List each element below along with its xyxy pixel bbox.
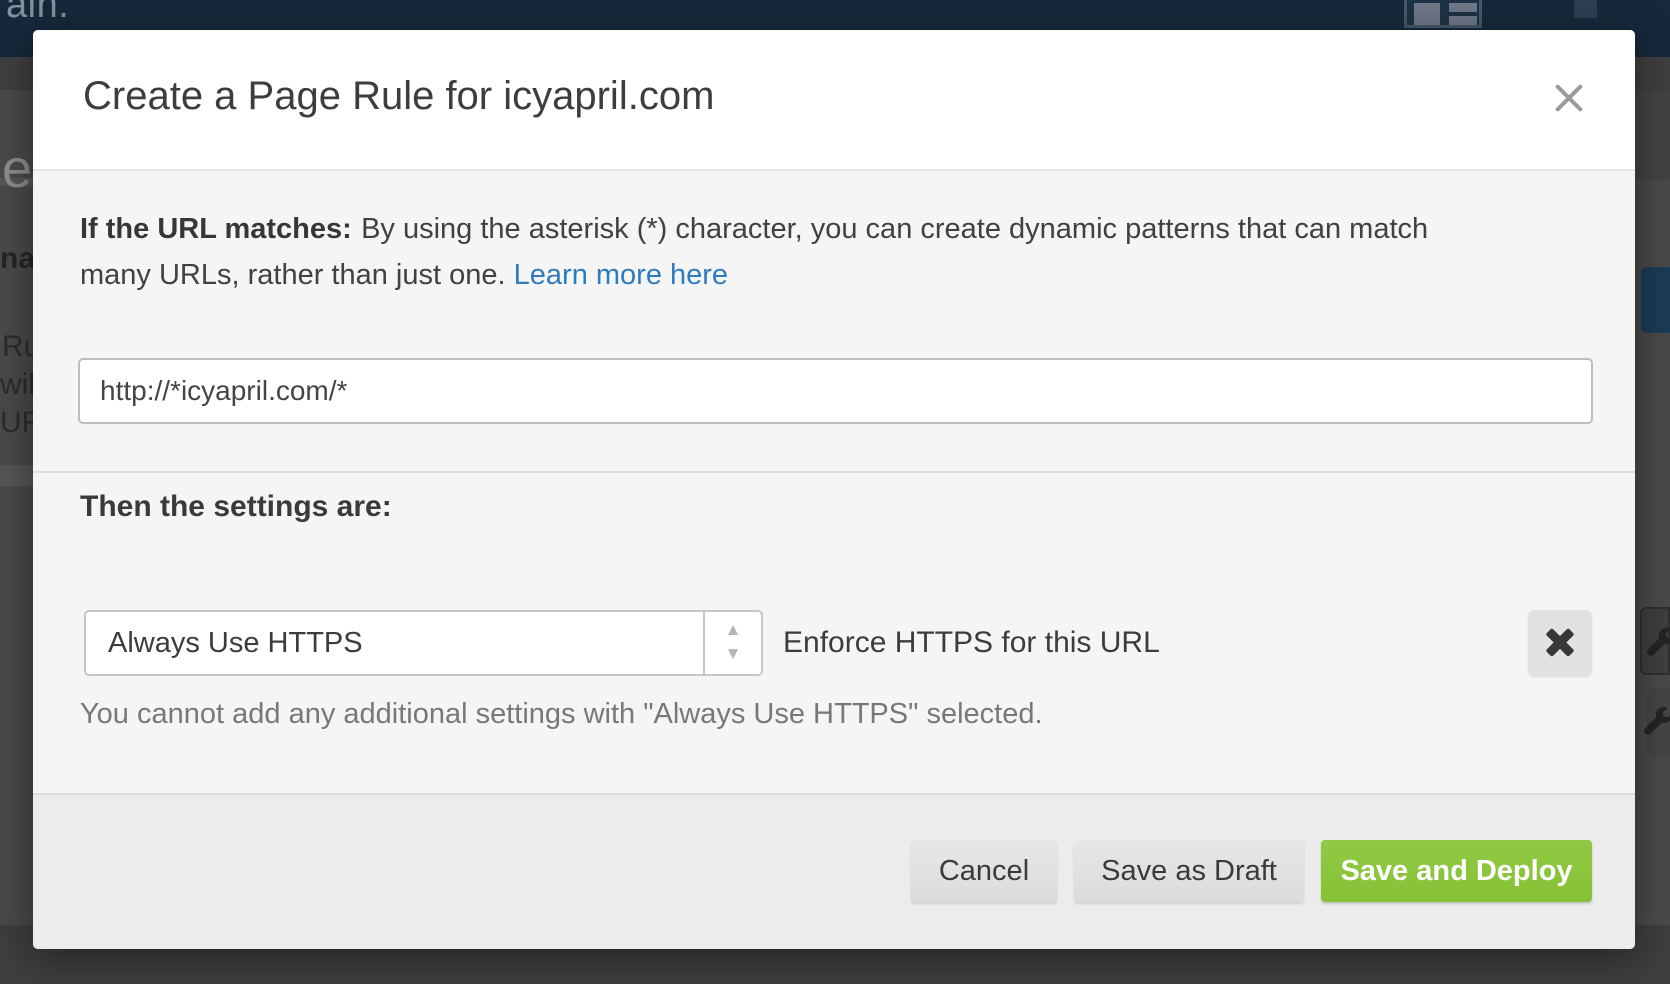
url-pattern-input[interactable]: [78, 358, 1593, 424]
remove-setting-button[interactable]: [1528, 610, 1592, 675]
nav-icon-fragment: [1574, 0, 1597, 18]
background-blue-button-fragment: [1641, 267, 1670, 333]
background-band: [1636, 90, 1670, 180]
close-icon[interactable]: [1545, 74, 1593, 122]
settings-heading: Then the settings are:: [80, 490, 392, 524]
layout-icon: [1404, 0, 1482, 28]
setting-note: You cannot add any additional settings w…: [80, 698, 1043, 731]
learn-more-link[interactable]: Learn more here: [514, 259, 728, 291]
background-band: [0, 465, 33, 486]
url-match-label: If the URL matches:: [80, 213, 352, 245]
cancel-button[interactable]: Cancel: [911, 840, 1057, 902]
setting-select-value: Always Use HTTPS: [108, 612, 363, 674]
background-wrench-button: [1647, 688, 1670, 756]
create-page-rule-modal: Create a Page Rule for icyapril.com If t…: [33, 30, 1635, 949]
background-navbar-text: ain.: [6, 0, 69, 27]
background-text-fragment: e: [2, 138, 32, 200]
save-as-draft-button[interactable]: Save as Draft: [1074, 840, 1304, 902]
chevron-up-icon: ▲: [705, 621, 761, 638]
chevron-down-icon: ▼: [705, 645, 761, 662]
wrench-icon: [1646, 627, 1670, 659]
wrench-icon: [1643, 706, 1670, 738]
setting-select[interactable]: Always Use HTTPS ▲ ▼: [84, 610, 763, 676]
url-match-paragraph: If the URL matches:By using the asterisk…: [80, 206, 1480, 298]
save-and-deploy-button[interactable]: Save and Deploy: [1321, 840, 1592, 902]
modal-header: Create a Page Rule for icyapril.com: [33, 30, 1635, 171]
modal-footer: Cancel Save as Draft Save and Deploy: [33, 793, 1635, 949]
setting-description: Enforce HTTPS for this URL: [783, 626, 1160, 660]
background-wrench-button: [1640, 607, 1670, 675]
modal-title: Create a Page Rule for icyapril.com: [83, 74, 714, 119]
select-arrows-zone: ▲ ▼: [703, 612, 761, 674]
section-divider: [33, 471, 1635, 473]
